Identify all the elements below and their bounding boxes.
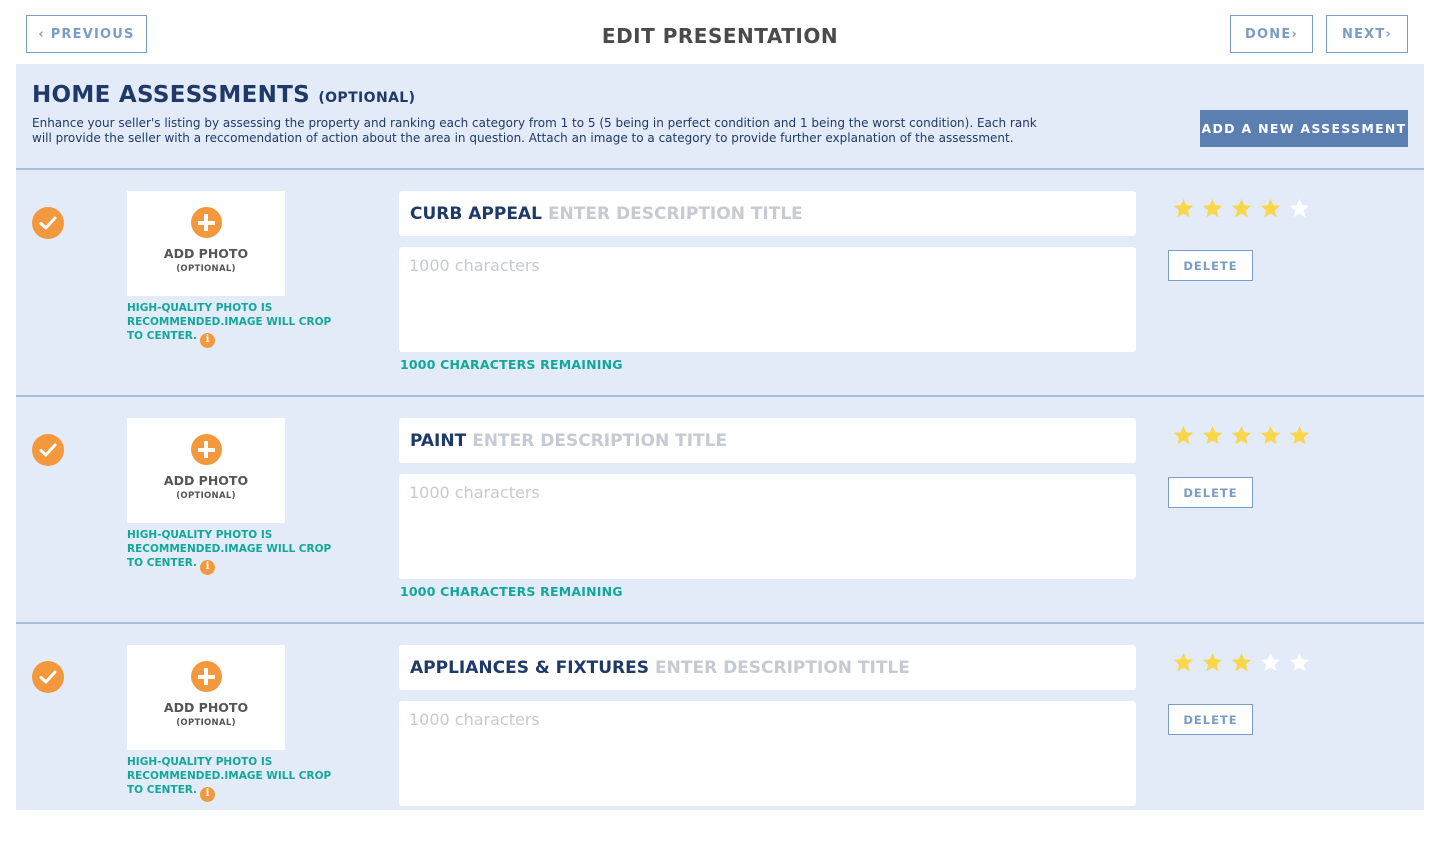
star-empty-icon[interactable] [1288,197,1311,220]
characters-remaining: 1000 CHARACTERS REMAINING [400,357,623,372]
assessment-row: ADD PHOTO (OPTIONAL) HIGH-QUALITY PHOTO … [16,623,1424,850]
star-empty-icon[interactable] [1259,651,1282,674]
plus-circle-icon [190,207,222,238]
main-content: HOME ASSESSMENTS (OPTIONAL) Enhance your… [0,64,1440,810]
done-button[interactable]: DONE› [1230,15,1313,53]
description-textarea[interactable] [399,474,1136,579]
star-filled-icon[interactable] [1172,424,1195,447]
star-filled-icon[interactable] [1230,424,1253,447]
star-rating [1172,197,1311,220]
star-filled-icon[interactable] [1259,424,1282,447]
section-header: HOME ASSESSMENTS (OPTIONAL) [32,82,415,108]
star-empty-icon[interactable] [1288,651,1311,674]
category-name: CURB APPEAL [410,203,542,224]
star-filled-icon[interactable] [1288,424,1311,447]
star-filled-icon[interactable] [1172,197,1195,220]
section-title-text: HOME ASSESSMENTS [32,82,311,108]
title-field: APPLIANCES & FIXTURES [399,645,1136,690]
assessment-row: ADD PHOTO (OPTIONAL) HIGH-QUALITY PHOTO … [16,396,1424,623]
add-photo-label: ADD PHOTO [163,246,249,261]
section-description: Enhance your seller's listing by assessi… [32,116,1037,145]
info-icon[interactable]: i [200,559,216,575]
star-filled-icon[interactable] [1201,424,1224,447]
add-photo-button[interactable]: ADD PHOTO (OPTIONAL) [127,418,285,523]
section-title-optional: (OPTIONAL) [318,90,416,106]
plus-circle-icon [190,434,222,465]
description-textarea[interactable] [399,701,1136,806]
photo-hint-text: HIGH-QUALITY PHOTO IS RECOMMENDED.IMAGE … [127,756,332,796]
star-filled-icon[interactable] [1259,197,1282,220]
star-rating [1172,424,1311,447]
star-rating [1172,651,1311,674]
star-filled-icon[interactable] [1201,651,1224,674]
add-photo-optional: (OPTIONAL) [176,491,236,501]
add-photo-optional: (OPTIONAL) [176,264,236,274]
check-icon[interactable] [32,661,64,693]
category-name: APPLIANCES & FIXTURES [410,657,650,678]
description-title-input[interactable] [547,193,1136,234]
check-icon[interactable] [32,434,64,466]
description-title-input[interactable] [655,647,1136,688]
photo-hint: HIGH-QUALITY PHOTO IS RECOMMENDED.IMAGE … [127,528,342,575]
description-textarea[interactable] [399,247,1136,352]
delete-button[interactable]: DELETE [1168,704,1253,735]
info-icon[interactable]: i [200,332,216,348]
next-button[interactable]: NEXT› [1326,15,1408,53]
photo-hint: HIGH-QUALITY PHOTO IS RECOMMENDED.IMAGE … [127,755,342,802]
add-photo-label: ADD PHOTO [163,700,249,715]
title-field: PAINT [399,418,1136,463]
description-title-input[interactable] [472,420,1136,461]
title-field: CURB APPEAL [399,191,1136,236]
add-photo-button[interactable]: ADD PHOTO (OPTIONAL) [127,191,285,296]
category-name: PAINT [410,430,467,451]
photo-hint-text: HIGH-QUALITY PHOTO IS RECOMMENDED.IMAGE … [127,302,332,342]
add-photo-label: ADD PHOTO [163,473,249,488]
top-bar: ‹ PREVIOUS EDIT PRESENTATION DONE› NEXT› [0,0,1440,64]
star-filled-icon[interactable] [1230,651,1253,674]
star-filled-icon[interactable] [1201,197,1224,220]
assessment-row: ADD PHOTO (OPTIONAL) HIGH-QUALITY PHOTO … [16,169,1424,396]
delete-button[interactable]: DELETE [1168,250,1253,281]
star-filled-icon[interactable] [1230,197,1253,220]
star-filled-icon[interactable] [1172,651,1195,674]
plus-circle-icon [190,661,222,692]
add-assessment-button[interactable]: ADD A NEW ASSESSMENT [1200,110,1408,147]
info-icon[interactable]: i [200,786,216,802]
section-title: HOME ASSESSMENTS (OPTIONAL) [32,82,415,108]
add-photo-button[interactable]: ADD PHOTO (OPTIONAL) [127,645,285,750]
photo-hint: HIGH-QUALITY PHOTO IS RECOMMENDED.IMAGE … [127,301,342,348]
check-icon[interactable] [32,207,64,239]
characters-remaining: 1000 CHARACTERS REMAINING [400,584,623,599]
delete-button[interactable]: DELETE [1168,477,1253,508]
add-photo-optional: (OPTIONAL) [176,718,236,728]
page-title: EDIT PRESENTATION [601,24,839,48]
photo-hint-text: HIGH-QUALITY PHOTO IS RECOMMENDED.IMAGE … [127,529,332,569]
